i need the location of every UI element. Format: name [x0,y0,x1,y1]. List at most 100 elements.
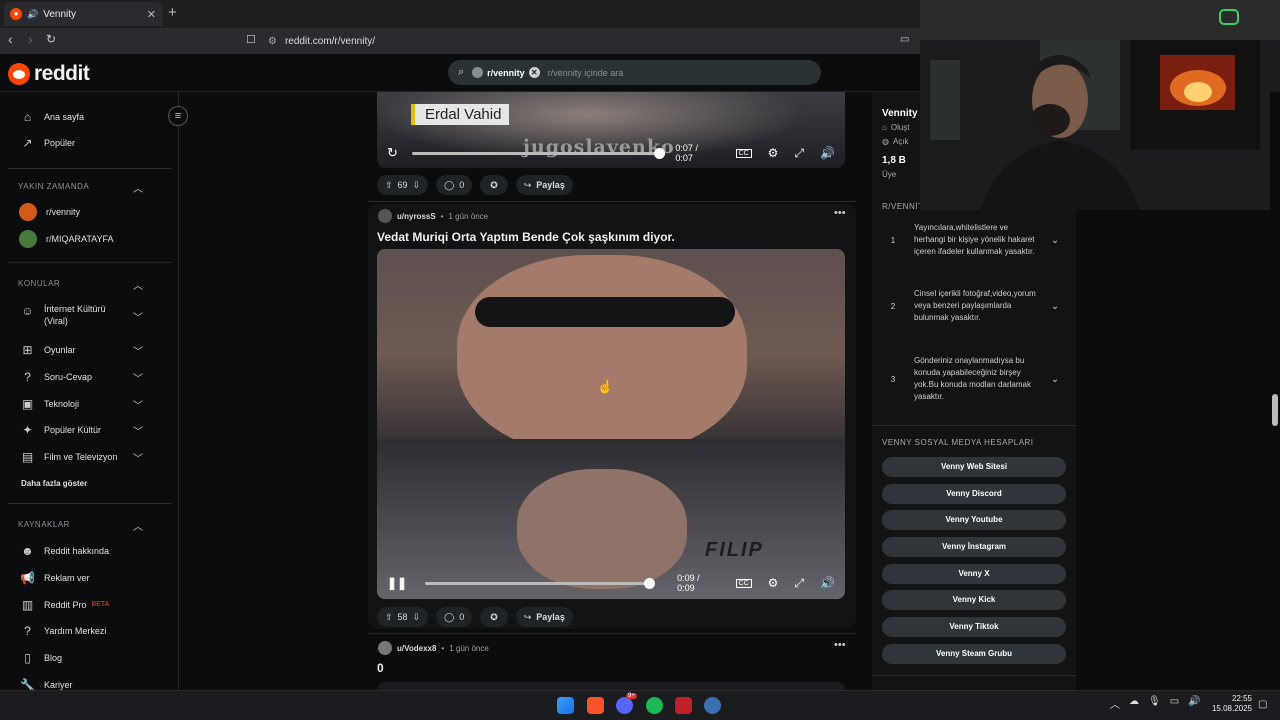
notification-icon[interactable]: ▢ [1258,699,1267,710]
comments-button[interactable]: ◯ 0 [436,607,473,627]
post1-video[interactable]: Erdal Vahid jugoslavenko ↻ 0:07 / 0:07 C… [377,92,845,168]
chevron-up-icon[interactable]: ︿ [133,277,143,292]
brave-browser-icon[interactable] [587,697,604,714]
sidebar-item-blog[interactable]: ▯ Blog [20,650,62,665]
url-field[interactable]: ⚙ reddit.com/r/vennity/ [268,31,918,51]
social-button-youtube[interactable]: Venny Youtube [882,510,1066,530]
sidebar-item-home[interactable]: ⌂ Ana sayfa [20,109,84,124]
chevron-up-icon[interactable]: ︿ [133,180,143,195]
chevron-down-icon[interactable]: ﹀ [133,309,143,324]
settings-gear-icon[interactable]: ⚙ [768,146,779,160]
upvote-icon[interactable]: ⇧ [385,180,393,191]
rule-item[interactable]: 3 Gönderiniz onaylanmadıysa bu konuda ya… [872,355,1076,403]
progress-handle[interactable] [654,147,666,159]
site-settings-icon[interactable]: ⚙ [268,36,277,47]
post3-media[interactable] [377,682,845,690]
chevron-up-icon[interactable]: ︿ [133,518,143,533]
chevron-down-icon[interactable]: ⌄ [1040,301,1070,312]
collapse-sidebar-button[interactable]: ≡ [168,106,188,126]
sidebar-item-technology[interactable]: ▣ Teknoloji [20,396,79,411]
captions-icon[interactable]: CC [735,148,752,158]
sidebar-item-advertise[interactable]: 📢 Reklam ver [20,570,90,585]
sidebar-item-about[interactable]: ☻ Reddit hakkında [20,543,109,558]
bookmark-icon[interactable]: ☐ [246,33,256,46]
browser-tab[interactable]: ● 🔊 Vennity ✕ [4,2,162,26]
steam-icon[interactable] [704,697,721,714]
social-button-tiktok[interactable]: Venny Tiktok [882,617,1066,637]
social-button-x[interactable]: Venny X [882,564,1066,584]
post2-video[interactable]: FILIP ☝ ❚❚ 0:09 / 0:09 CC ⚙ ⤢ 🔊 [377,249,845,599]
reload-icon[interactable]: ↻ [46,32,56,46]
share-button[interactable]: ↪ Paylaş [515,175,573,195]
volume-icon[interactable]: 🔊 [820,576,835,590]
scrollbar-track[interactable] [1270,92,1280,690]
video-progress[interactable] [411,147,666,159]
chevron-down-icon[interactable]: ﹀ [133,397,143,412]
comments-button[interactable]: ◯ 0 [436,175,473,195]
scrollbar-thumb[interactable] [1272,394,1278,426]
spotify-icon[interactable] [646,697,663,714]
more-options-icon[interactable]: ••• [834,207,846,219]
chevron-down-icon[interactable]: ﹀ [133,450,143,465]
sidebar-item-qa[interactable]: ? Soru-Cevap [20,369,92,384]
social-button-steam[interactable]: Venny Steam Grubu [882,644,1066,664]
sidebar-item-popular[interactable]: ↗ Popüler [20,135,75,150]
sidebar-item-games[interactable]: ⊞ Oyunlar [20,342,75,357]
captions-icon[interactable]: CC [735,578,752,588]
search-bar[interactable]: ⌕ r/vennity ✕ r/vennity içinde ara [448,60,821,85]
social-button-discord[interactable]: Venny Discord [882,484,1066,504]
sidebar-item-internet-culture[interactable]: ☺ İnternet Kültürü (Viral) [20,303,114,327]
discord-icon[interactable]: 9+ [616,693,637,714]
show-more-link[interactable]: Daha fazla göster [21,479,87,488]
video-progress[interactable] [425,577,656,589]
reddit-logo[interactable]: reddit [8,62,90,86]
post-title[interactable]: Vedat Muriqi Orta Yaptım Bende Çok şaşkı… [377,230,675,244]
taskbar-clock[interactable]: 22:55 15.08.2025 [1200,694,1252,714]
upvote-icon[interactable]: ⇧ [385,612,393,623]
sidebar-item-reddit-pro[interactable]: ▥ Reddit Pro BETA [20,597,109,612]
sidebar-item-miqaratayfa[interactable]: r/MIQARATAYFA [19,230,114,248]
network-icon[interactable]: ▭ [1170,696,1179,711]
downvote-icon[interactable]: ⇩ [413,180,421,191]
replay-icon[interactable]: ↻ [387,145,398,161]
chevron-down-icon[interactable]: ⌄ [1040,235,1070,246]
sidebar-item-help[interactable]: ? Yardım Merkezi [20,623,106,638]
social-button-website[interactable]: Venny Web Sitesi [882,457,1066,477]
chevron-down-icon[interactable]: ﹀ [133,370,143,385]
rule-item[interactable]: 1 Yayıncılara,whitelistlere ve herhangi … [872,222,1076,258]
chip-clear-icon[interactable]: ✕ [528,67,540,78]
new-tab-button[interactable]: + [168,4,177,21]
share-button[interactable]: ↪ Paylaş [515,607,573,627]
post-author[interactable]: u/Vodexx8 [397,644,436,653]
settings-gear-icon[interactable]: ⚙ [768,576,779,590]
chevron-up-icon[interactable]: ︿ [1110,696,1120,711]
downvote-icon[interactable]: ⇩ [413,612,421,623]
chevron-down-icon[interactable]: ﹀ [133,423,143,438]
post-title[interactable]: 0 [377,661,384,675]
back-icon[interactable]: ‹ [8,31,13,47]
app-icon[interactable] [675,697,692,714]
chevron-down-icon[interactable]: ﹀ [133,343,143,358]
close-tab-icon[interactable]: ✕ [147,8,156,21]
volume-icon[interactable]: 🔊 [1188,696,1200,711]
pause-icon[interactable]: ❚❚ [387,576,407,590]
award-button[interactable]: ✪ [480,607,508,627]
social-button-kick[interactable]: Venny Kick [882,590,1066,610]
cloud-icon[interactable]: ☁ [1129,696,1139,711]
screen-icon[interactable]: ▭ [900,34,909,45]
microphone-icon[interactable]: 🎙 [1148,696,1161,711]
fullscreen-icon[interactable]: ⤢ [794,146,804,161]
social-button-instagram[interactable]: Venny İnstagram [882,537,1066,557]
fullscreen-icon[interactable]: ⤢ [794,576,804,591]
forward-icon[interactable]: › [28,31,33,47]
search-input[interactable]: r/vennity içinde ara [548,68,624,78]
sidebar-item-pop-culture[interactable]: ✦ Popüler Kültür [20,422,101,437]
award-button[interactable]: ✪ [480,175,508,195]
rule-item[interactable]: 2 Cinsel içerikli fotoğraf,video,yorum v… [872,288,1076,324]
chevron-down-icon[interactable]: ⌄ [1040,374,1070,385]
progress-handle[interactable] [644,577,656,589]
post-author[interactable]: u/nyrossS [397,212,436,221]
volume-icon[interactable]: 🔊 [820,146,835,160]
sidebar-item-film-tv[interactable]: ▤ Film ve Televizyon [20,449,118,464]
windows-start-icon[interactable] [557,697,574,714]
